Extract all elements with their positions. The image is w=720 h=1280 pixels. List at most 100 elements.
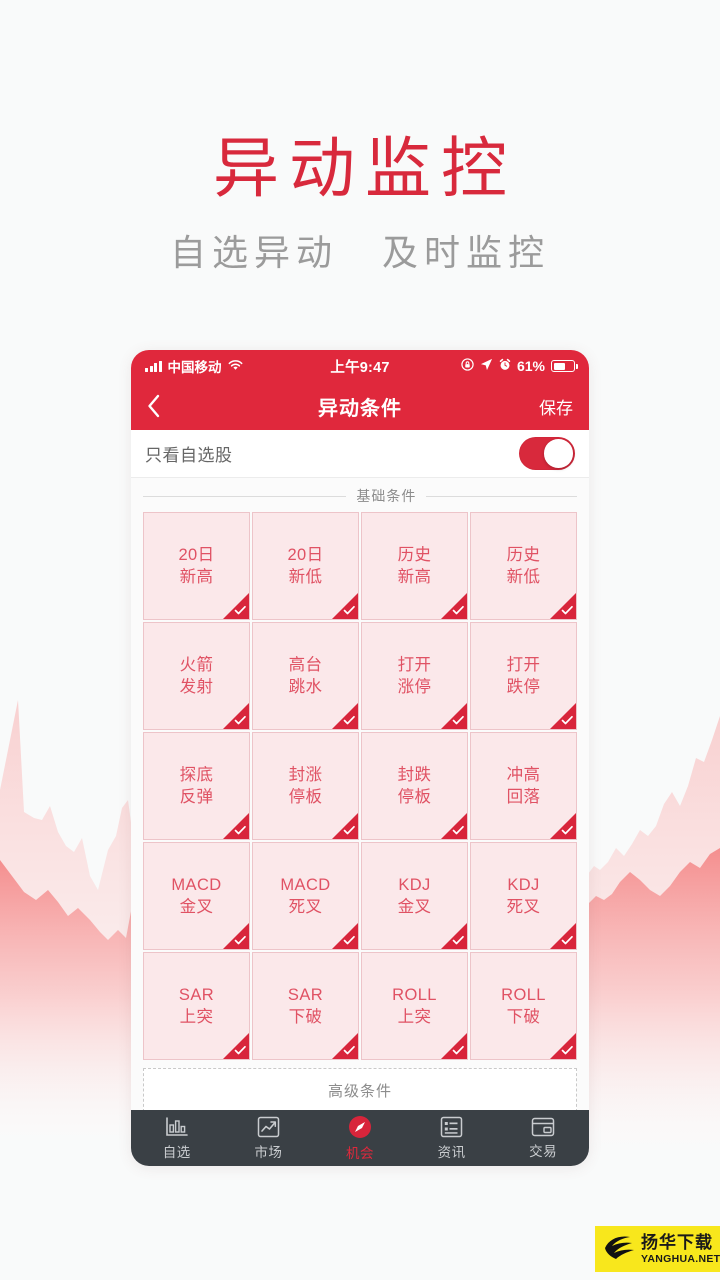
condition-tile[interactable]: 20日 新低 [252, 512, 359, 620]
condition-tile-label: ROLL 下破 [501, 984, 546, 1028]
condition-tile-line2: 发射 [179, 678, 214, 696]
condition-tile-line1: ROLL [392, 985, 437, 1004]
tab-label: 交易 [529, 1143, 558, 1159]
condition-tile-line1: 历史 [506, 545, 541, 564]
selected-check-icon [332, 1033, 358, 1059]
condition-tile-line2: 金叉 [397, 898, 432, 916]
condition-tile-line2: 下破 [506, 1008, 541, 1026]
advanced-section-title: 高级条件 [327, 1082, 392, 1100]
promo-subtitle-right: 及时监控 [382, 232, 551, 273]
selected-check-icon [223, 593, 249, 619]
watermark-cn: 扬华下载 [641, 1232, 713, 1252]
condition-tile[interactable]: 历史 新高 [361, 512, 468, 620]
condition-tile[interactable]: MACD 金叉 [143, 842, 250, 950]
tab-card[interactable]: 交易 [497, 1117, 589, 1160]
condition-tile-line1: 封涨 [288, 765, 323, 784]
condition-tile[interactable]: ROLL 上突 [361, 952, 468, 1060]
watchlist-only-toggle[interactable] [519, 437, 575, 470]
condition-tile[interactable]: 封涨 停板 [252, 732, 359, 840]
selected-check-icon [441, 1033, 467, 1059]
condition-tile-line1: 火箭 [179, 655, 214, 674]
condition-tile-label: 探底 反弹 [180, 764, 214, 808]
selected-check-icon [223, 923, 249, 949]
condition-tile[interactable]: MACD 死叉 [252, 842, 359, 950]
condition-tile-line1: 打开 [397, 655, 432, 674]
phone-mockup: 中国移动 上午9:47 61% 异动条件 保存 只看自选股 基础条件 20日 新… [131, 350, 589, 1166]
condition-tile-label: 封涨 停板 [289, 764, 323, 808]
status-bar-right: 61% [390, 358, 578, 374]
carrier-label: 中国移动 [167, 360, 222, 375]
condition-tile[interactable]: 封跌 停板 [361, 732, 468, 840]
battery-icon [551, 360, 578, 372]
condition-tile-line2: 停板 [397, 788, 432, 806]
condition-tile-line2: 回落 [506, 788, 541, 806]
divider-line-right [426, 495, 577, 497]
condition-tile-line1: 高台 [288, 655, 323, 674]
condition-tile-label: KDJ 死叉 [507, 874, 541, 918]
tab-bar-chart[interactable]: 自选 [131, 1116, 223, 1161]
location-arrow-icon [480, 358, 493, 374]
news-list-icon [440, 1116, 463, 1138]
selected-check-icon [223, 1033, 249, 1059]
tab-news-list[interactable]: 资讯 [406, 1116, 498, 1161]
condition-tile[interactable]: 20日 新高 [143, 512, 250, 620]
bottom-tab-bar: 自选 市场 机会 资讯 交易 [131, 1110, 589, 1166]
condition-tile-label: 打开 涨停 [398, 654, 432, 698]
condition-tile-label: 高台 跳水 [289, 654, 323, 698]
condition-tile[interactable]: KDJ 金叉 [361, 842, 468, 950]
wifi-icon [228, 358, 243, 374]
condition-tile-line2: 停板 [288, 788, 323, 806]
selected-check-icon [441, 923, 467, 949]
advanced-section[interactable]: 高级条件 [143, 1068, 577, 1112]
back-button[interactable] [147, 394, 181, 418]
condition-tile-line2: 死叉 [288, 898, 323, 916]
condition-tile-line2: 涨停 [397, 678, 432, 696]
condition-tile[interactable]: KDJ 死叉 [470, 842, 577, 950]
condition-tile-line2: 下破 [288, 1008, 323, 1026]
condition-tile[interactable]: 历史 新低 [470, 512, 577, 620]
condition-tile-line1: SAR [287, 985, 324, 1004]
condition-tile-line1: 探底 [179, 765, 214, 784]
tab-compass[interactable]: 机会 [314, 1115, 406, 1162]
condition-tile[interactable]: 打开 跌停 [470, 622, 577, 730]
save-button[interactable]: 保存 [539, 394, 573, 419]
card-icon [531, 1117, 555, 1137]
tab-trend-up[interactable]: 市场 [223, 1116, 315, 1161]
watermark-badge: 扬华下载 YANGHUA.NET [595, 1226, 720, 1272]
condition-tile[interactable]: 冲高 回落 [470, 732, 577, 840]
watchlist-only-row[interactable]: 只看自选股 [131, 430, 589, 478]
toggle-knob [544, 439, 573, 468]
selected-check-icon [550, 813, 576, 839]
promo-subtitle-left: 自选异动 [169, 232, 338, 273]
condition-tile[interactable]: ROLL 下破 [470, 952, 577, 1060]
condition-tile-line2: 反弹 [179, 788, 214, 806]
condition-tile-line1: 冲高 [506, 765, 541, 784]
condition-tile-line1: MACD [280, 875, 331, 894]
condition-tile[interactable]: SAR 下破 [252, 952, 359, 1060]
promo-header: 异动监控 自选异动 及时监控 [0, 0, 720, 271]
globe-icon [603, 1232, 637, 1267]
selected-check-icon [441, 703, 467, 729]
condition-tile-label: 打开 跌停 [507, 654, 541, 698]
status-bar-time: 上午9:47 [330, 359, 390, 376]
condition-tile-label: MACD 死叉 [280, 874, 330, 918]
condition-tile[interactable]: 火箭 发射 [143, 622, 250, 730]
condition-tile[interactable]: SAR 上突 [143, 952, 250, 1060]
condition-tile-label: 封跌 停板 [398, 764, 432, 808]
compass-icon [348, 1115, 372, 1139]
selected-check-icon [332, 703, 358, 729]
alarm-clock-icon [499, 358, 511, 374]
promo-subtitle: 自选异动 及时监控 [0, 235, 720, 271]
condition-tile-label: 历史 新高 [398, 544, 432, 588]
condition-tile[interactable]: 探底 反弹 [143, 732, 250, 840]
battery-percent-label: 61% [516, 358, 546, 374]
app-content: 只看自选股 基础条件 20日 新高 20日 新低 历史 新高 历史 新低 火箭 发射 高台 跳水 打开涨… [131, 430, 589, 1166]
condition-tile[interactable]: 高台 跳水 [252, 622, 359, 730]
condition-tile-line1: 20日 [287, 545, 324, 564]
condition-tile-label: 冲高 回落 [507, 764, 541, 808]
condition-tile-label: 火箭 发射 [180, 654, 214, 698]
condition-tile-line1: 历史 [397, 545, 432, 564]
watermark-text: 扬华下载 YANGHUA.NET [641, 1234, 720, 1265]
selected-check-icon [441, 813, 467, 839]
condition-tile[interactable]: 打开 涨停 [361, 622, 468, 730]
